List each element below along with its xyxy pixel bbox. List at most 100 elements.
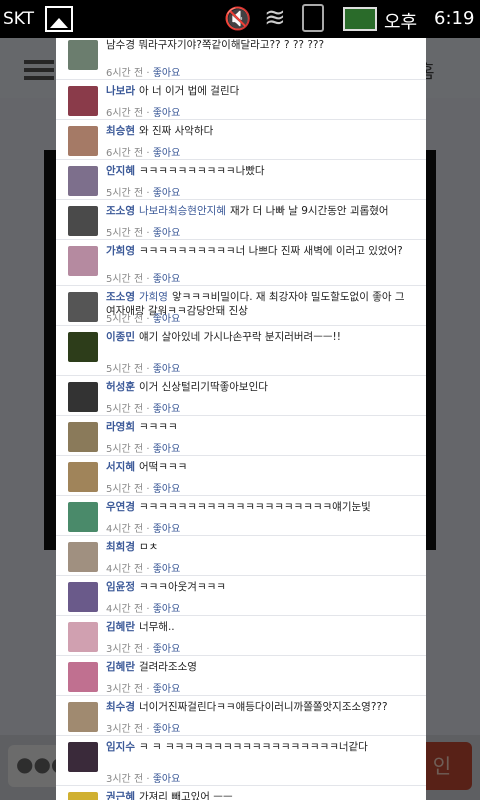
like-link[interactable]: 좋아요 xyxy=(153,228,181,239)
comment-body: ㅋㅋㅋㅋ xyxy=(138,421,178,433)
comment-author[interactable]: 최승현 xyxy=(106,125,135,137)
comment-item: 조소영 나보라최승현안지혜 재가 더 나빠 날 9시간동안 괴롭혔어 5시간 전 · … xyxy=(56,200,426,240)
comment-item: 나보라 아 너 이거 법에 걸린다 6시간 전 · 좋아요 xyxy=(56,80,426,120)
avatar[interactable] xyxy=(68,792,98,800)
like-link[interactable]: 좋아요 xyxy=(153,188,181,199)
like-link[interactable]: 좋아요 xyxy=(153,148,181,159)
comment-author[interactable]: 허성훈 xyxy=(106,381,135,393)
comment-author[interactable]: 김혜란 xyxy=(106,661,135,673)
like-link[interactable]: 좋아요 xyxy=(153,564,181,575)
comment-text: 우연경 ㅋㅋㅋㅋㅋㅋㅋㅋㅋㅋㅋㅋㅋㅋㅋㅋㅋㅋㅋㅋ얘기눈빛 xyxy=(106,500,410,514)
comment-meta: 3시간 전 · 좋아요 xyxy=(106,770,180,785)
comment-time: 5시간 전 xyxy=(106,228,144,239)
comments-panel[interactable]: 남수경 뭐라구자기야?쪽같이해달라고?? ? ?? ??? 6시간 전 · 좋아요… xyxy=(56,38,426,800)
like-link[interactable]: 좋아요 xyxy=(153,274,181,285)
comment-author[interactable]: 조소영 xyxy=(106,291,135,303)
separator: · xyxy=(143,684,153,695)
comment-author[interactable]: 가희영 xyxy=(106,245,135,257)
avatar[interactable] xyxy=(68,246,98,276)
comment-author[interactable]: 권근혜 xyxy=(106,791,135,800)
comment-author[interactable]: 김혜란 xyxy=(106,621,135,633)
like-link[interactable]: 좋아요 xyxy=(153,364,181,375)
avatar[interactable] xyxy=(68,40,98,70)
comment-item: 남수경 뭐라구자기야?쪽같이해달라고?? ? ?? ??? 6시간 전 · 좋아요 xyxy=(56,38,426,80)
like-link[interactable]: 좋아요 xyxy=(153,604,181,615)
comment-text: 김혜란 걸려라조소영 xyxy=(106,660,410,674)
tagged-names[interactable]: 나보라최승현안지혜 xyxy=(139,205,226,217)
comment-body: ㅋㅋㅋㅋㅋㅋㅋㅋㅋㅋ너 나쁘다 진짜 새벽에 이러고 있었어? xyxy=(138,245,403,257)
comment-item: 안지혜 ㅋㅋㅋㅋㅋㅋㅋㅋㅋㅋ나빴다 5시간 전 · 좋아요 xyxy=(56,160,426,200)
comment-author[interactable]: 임지수 xyxy=(106,741,135,753)
comment-meta: 6시간 전 · 좋아요 xyxy=(106,104,180,119)
like-link[interactable]: 좋아요 xyxy=(153,444,181,455)
like-link[interactable]: 좋아요 xyxy=(153,108,181,119)
like-link[interactable]: 좋아요 xyxy=(153,724,181,735)
like-link[interactable]: 좋아요 xyxy=(153,68,181,79)
comment-text: 라영희 ㅋㅋㅋㅋ xyxy=(106,420,410,434)
comment-meta: 5시간 전 · 좋아요 xyxy=(106,440,180,455)
comment-body: 너이거진짜걸린다ㅋㅋ얘등다이러니까쫄쫄앗지조소영??? xyxy=(138,701,388,713)
separator: · xyxy=(143,108,153,119)
like-link[interactable]: 좋아요 xyxy=(153,314,181,325)
comment-item: 이종민 얘기 살아있네 가시나손꾸락 분지러버려ㅡㅡ!! 5시간 전 · 좋아요 xyxy=(56,326,426,376)
comment-author[interactable]: 나보라 xyxy=(106,85,135,97)
comment-text: 김혜란 너무해.. xyxy=(106,620,410,634)
avatar[interactable] xyxy=(68,382,98,412)
comment-meta: 3시간 전 · 좋아요 xyxy=(106,640,180,655)
comment-author[interactable]: 서지혜 xyxy=(106,461,135,473)
avatar[interactable] xyxy=(68,86,98,116)
separator: · xyxy=(143,148,153,159)
comment-author[interactable]: 임윤정 xyxy=(106,581,135,593)
avatar[interactable] xyxy=(68,662,98,692)
avatar[interactable] xyxy=(68,462,98,492)
comment-text: 가희영 ㅋㅋㅋㅋㅋㅋㅋㅋㅋㅋ너 나쁘다 진짜 새벽에 이러고 있었어? xyxy=(106,244,410,258)
comment-text: 조소영 나보라최승현안지혜 재가 더 나빠 날 9시간동안 괴롭혔어 xyxy=(106,204,410,218)
comment-meta: 5시간 전 · 좋아요 xyxy=(106,400,180,415)
comment-author[interactable]: 최희경 xyxy=(106,541,135,553)
comment-item: 권근혜 가져리 빼고있어 ㅡㅡ xyxy=(56,786,426,800)
separator: · xyxy=(143,188,153,199)
comment-author[interactable]: 안지혜 xyxy=(106,165,135,177)
avatar[interactable] xyxy=(68,166,98,196)
comment-meta: 4시간 전 · 좋아요 xyxy=(106,520,180,535)
avatar[interactable] xyxy=(68,742,98,772)
comment-item: 김혜란 너무해.. 3시간 전 · 좋아요 xyxy=(56,616,426,656)
signal-icon xyxy=(302,4,324,32)
comment-time: 5시간 전 xyxy=(106,274,144,285)
comment-text: 안지혜 ㅋㅋㅋㅋㅋㅋㅋㅋㅋㅋ나빴다 xyxy=(106,164,410,178)
comment-author[interactable]: 이종민 xyxy=(106,331,135,343)
comment-meta: 3시간 전 · 좋아요 xyxy=(106,680,180,695)
avatar[interactable] xyxy=(68,702,98,732)
comment-author[interactable]: 라영희 xyxy=(106,421,135,433)
comment-time: 4시간 전 xyxy=(106,524,144,535)
avatar[interactable] xyxy=(68,582,98,612)
like-link[interactable]: 좋아요 xyxy=(153,644,181,655)
separator: · xyxy=(143,484,153,495)
avatar[interactable] xyxy=(68,126,98,156)
comment-item: 라영희 ㅋㅋㅋㅋ 5시간 전 · 좋아요 xyxy=(56,416,426,456)
comment-item: 최수경 너이거진짜걸린다ㅋㅋ얘등다이러니까쫄쫄앗지조소영??? 3시간 전 · 좋아… xyxy=(56,696,426,736)
avatar[interactable] xyxy=(68,422,98,452)
comment-item: 허성훈 이거 신상털리기딱좋아보인다 5시간 전 · 좋아요 xyxy=(56,376,426,416)
like-link[interactable]: 좋아요 xyxy=(153,684,181,695)
avatar[interactable] xyxy=(68,292,98,322)
comment-item: 서지혜 어떡ㅋㅋㅋ 5시간 전 · 좋아요 xyxy=(56,456,426,496)
avatar[interactable] xyxy=(68,542,98,572)
separator: · xyxy=(143,644,153,655)
comment-text: 나보라 아 너 이거 법에 걸린다 xyxy=(106,84,410,98)
avatar[interactable] xyxy=(68,206,98,236)
avatar[interactable] xyxy=(68,502,98,532)
comment-author[interactable]: 최수경 xyxy=(106,701,135,713)
separator: · xyxy=(143,314,153,325)
comment-text: 권근혜 가져리 빼고있어 ㅡㅡ xyxy=(106,790,410,800)
tagged-names[interactable]: 가희영 xyxy=(139,291,168,303)
like-link[interactable]: 좋아요 xyxy=(153,404,181,415)
comment-time: 5시간 전 xyxy=(106,364,144,375)
like-link[interactable]: 좋아요 xyxy=(153,484,181,495)
avatar[interactable] xyxy=(68,622,98,652)
like-link[interactable]: 좋아요 xyxy=(153,774,181,785)
avatar[interactable] xyxy=(68,332,98,362)
comment-author[interactable]: 우연경 xyxy=(106,501,135,513)
like-link[interactable]: 좋아요 xyxy=(153,524,181,535)
comment-author[interactable]: 조소영 xyxy=(106,205,135,217)
